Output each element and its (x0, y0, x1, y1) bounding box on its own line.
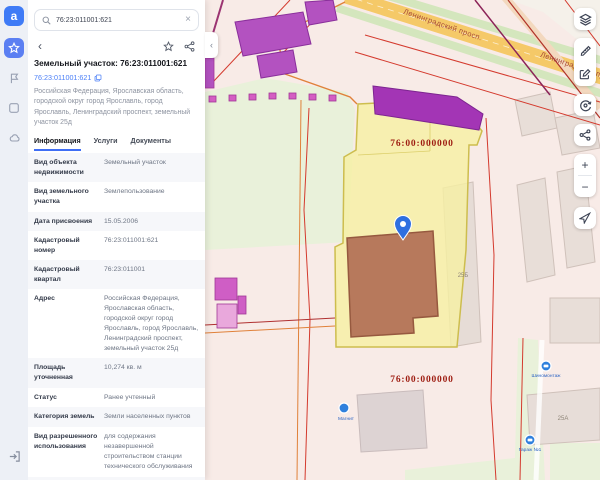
row-value: Ранее учтенный (104, 393, 199, 403)
frame-icon (8, 102, 20, 114)
tab-information[interactable]: Информация (34, 136, 81, 151)
table-row: Форма собственностиГосударственная субъе… (28, 477, 205, 480)
poi-shop-icon (339, 403, 349, 413)
panorama-icon (579, 99, 592, 112)
table-row: Дата присвоения 15.05.2006 (28, 212, 205, 232)
cadastral-number-link[interactable]: 76:23:011001:621 (34, 73, 91, 82)
row-value: 76:23:011001 (104, 265, 199, 284)
exit-icon (8, 450, 21, 463)
row-label: Кадастровый номер (34, 236, 98, 255)
sidebar-item-flag[interactable] (4, 68, 24, 88)
quarter-label-bottom: 76:00:000000 (390, 375, 453, 385)
row-value: Российская Федерация, Ярославская област… (104, 294, 199, 353)
edit-button[interactable] (574, 62, 596, 86)
row-value: Землепользование (104, 187, 199, 206)
poi-label: Гараж №1 (519, 447, 542, 453)
map-canvas[interactable]: 76:00:000000 76:00:000000 Ленинградский … (205, 0, 600, 480)
exit-button[interactable] (4, 446, 24, 466)
poi-car-glyph (528, 439, 533, 442)
clear-search-icon[interactable]: × (185, 15, 191, 25)
quarter-label-top: 76:00:000000 (390, 139, 453, 149)
object-title: Земельный участок: 76:23:011001:621 (34, 59, 199, 68)
object-address-summary: Российская Федерация, Ярославская област… (34, 87, 199, 128)
flag-icon (8, 72, 20, 84)
cadastral-number-link-row: 76:23:011001:621 (34, 73, 199, 82)
sidebar-rail: a (0, 0, 28, 480)
locate-arrow-icon (579, 212, 591, 224)
row-label: Категория земель (34, 412, 98, 422)
building-label-25a: 25А (558, 416, 569, 422)
row-value: Земли населенных пунктов (104, 412, 199, 422)
attributes-table: Вид объекта недвижимости Земельный участо… (28, 153, 205, 480)
star-icon (8, 42, 20, 54)
row-label: Площадь уточненная (34, 363, 98, 382)
row-label: Вид объекта недвижимости (34, 158, 98, 177)
layers-button[interactable] (574, 8, 596, 30)
copy-icon[interactable] (94, 74, 102, 82)
tab-documents[interactable]: Документы (131, 136, 171, 151)
poi-car-glyph (544, 365, 549, 368)
table-row: Вид разрешенного использованиядля содерж… (28, 427, 205, 476)
back-button[interactable]: ‹ (38, 40, 42, 52)
row-label: Кадастровый квартал (34, 265, 98, 284)
zoom-out-button[interactable]: − (574, 176, 596, 197)
layers-icon (579, 13, 592, 26)
row-value: 76:23:011001:621 (104, 236, 199, 255)
nspd-cadastral-map-app: a (0, 0, 600, 480)
row-value: 10,274 кв. м (104, 363, 199, 382)
row-label: Дата присвоения (34, 217, 98, 227)
measure-icon (579, 44, 591, 56)
row-value: Земельный участок (104, 158, 199, 177)
share-icon[interactable] (184, 41, 195, 52)
locate-button[interactable] (574, 207, 596, 229)
cloud-icon (8, 132, 21, 144)
map-toolbar: + − (574, 8, 596, 229)
table-row: Вид земельного участка Землепользование (28, 182, 205, 211)
draw-tools-group (574, 38, 596, 86)
tab-bar: Информация Услуги Документы (34, 136, 199, 151)
zoom-control: + − (574, 154, 596, 197)
row-value: для содержания незавершенной строительст… (104, 432, 199, 471)
poi-label: Магнит (338, 416, 355, 422)
poi-label: Шиномонтаж (531, 373, 561, 379)
table-row: Категория земель Земли населенных пунктов (28, 407, 205, 427)
table-row: Площадь уточненная 10,274 кв. м (28, 358, 205, 387)
favorite-star-icon[interactable] (163, 41, 174, 52)
row-value: 15.05.2006 (104, 217, 199, 227)
row-label: Адрес (34, 294, 98, 353)
search-input[interactable] (56, 17, 180, 24)
table-row: Кадастровый квартал 76:23:011001 (28, 260, 205, 289)
measure-button[interactable] (574, 38, 596, 62)
panorama-button[interactable] (574, 94, 596, 116)
search-bar[interactable]: × (34, 9, 199, 31)
card-header: ‹ (38, 40, 195, 52)
row-label: Статус (34, 393, 98, 403)
sidebar-item-cloud[interactable] (4, 128, 24, 148)
building-label-25b: 25Б (458, 273, 469, 279)
app-logo[interactable]: a (4, 6, 24, 26)
row-label: Вид земельного участка (34, 187, 98, 206)
share-icon (579, 129, 591, 141)
row-label: Вид разрешенного использования (34, 432, 98, 471)
search-icon (42, 16, 51, 25)
sidebar-item-favorites[interactable] (4, 38, 24, 58)
zoom-in-button[interactable]: + (574, 154, 596, 175)
table-row: Вид объекта недвижимости Земельный участо… (28, 153, 205, 182)
table-row: Статус Ранее учтенный (28, 388, 205, 408)
sidebar-item-frame[interactable] (4, 98, 24, 118)
collapse-panel-button[interactable]: ‹ (205, 32, 218, 58)
table-row: АдресРоссийская Федерация, Ярославская о… (28, 289, 205, 358)
map-svg: 76:00:000000 76:00:000000 Ленинградский … (205, 0, 600, 480)
share-map-button[interactable] (574, 124, 596, 146)
tab-services[interactable]: Услуги (94, 136, 118, 151)
table-row: Кадастровый номер 76:23:011001:621 (28, 231, 205, 260)
object-info-panel: × ‹ Земельный участок: 76:23:011001:621 … (28, 0, 205, 480)
edit-icon (579, 68, 591, 80)
